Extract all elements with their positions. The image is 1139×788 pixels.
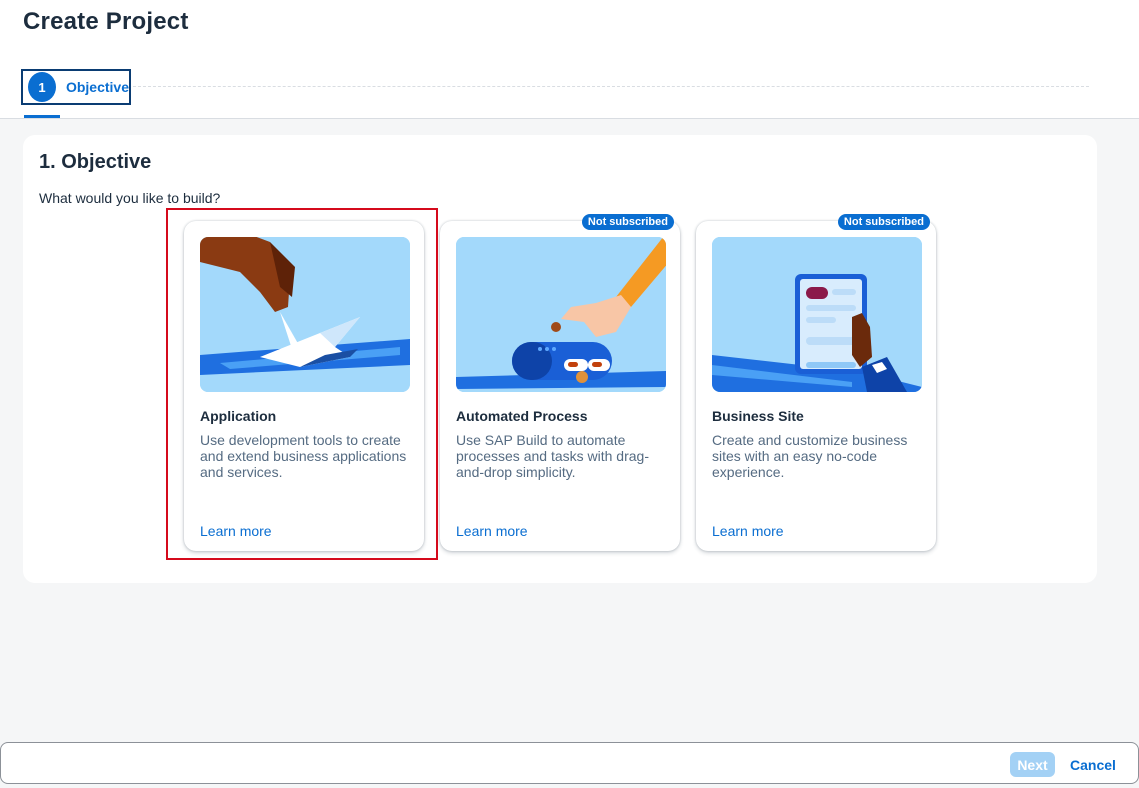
card-title: Business Site — [712, 408, 804, 424]
not-subscribed-badge: Not subscribed — [581, 214, 674, 230]
card-business-site[interactable]: Not subscribed Business Site Create and … — [696, 214, 936, 551]
tablet-hand-icon — [712, 237, 922, 392]
page-title: Create Project — [23, 8, 189, 35]
step-objective[interactable]: 1 Objective — [21, 69, 131, 105]
crane-origami-icon — [200, 237, 410, 392]
cancel-button[interactable]: Cancel — [1063, 752, 1123, 777]
page-header: Create Project 1 Objective — [0, 0, 1139, 119]
step-connector — [133, 86, 1089, 87]
card-automated-process[interactable]: Not subscribed Automated Process Use SAP… — [440, 214, 680, 551]
learn-more-link[interactable]: Learn more — [200, 523, 272, 539]
card-title: Automated Process — [456, 408, 588, 424]
objective-panel: 1. Objective What would you like to buil… — [23, 135, 1097, 583]
learn-more-link[interactable]: Learn more — [456, 523, 528, 539]
card-application[interactable]: Application Use development tools to cre… — [184, 221, 424, 551]
step-number: 1 — [28, 72, 56, 102]
not-subscribed-badge: Not subscribed — [837, 214, 930, 230]
step-active-indicator — [24, 115, 60, 118]
card-description: Use development tools to create and exte… — [200, 432, 407, 480]
card-title: Application — [200, 408, 277, 424]
question-text: What would you like to build? — [39, 190, 221, 206]
step-label: Objective — [65, 79, 129, 95]
robot-hand-icon — [456, 237, 666, 392]
card-description: Create and customize business sites with… — [712, 432, 908, 480]
next-button[interactable]: Next — [1010, 752, 1055, 777]
card-description: Use SAP Build to automate processes and … — [456, 432, 649, 480]
footer-bar: Next Cancel — [0, 742, 1139, 784]
learn-more-link[interactable]: Learn more — [712, 523, 784, 539]
section-title: 1. Objective — [39, 151, 152, 173]
